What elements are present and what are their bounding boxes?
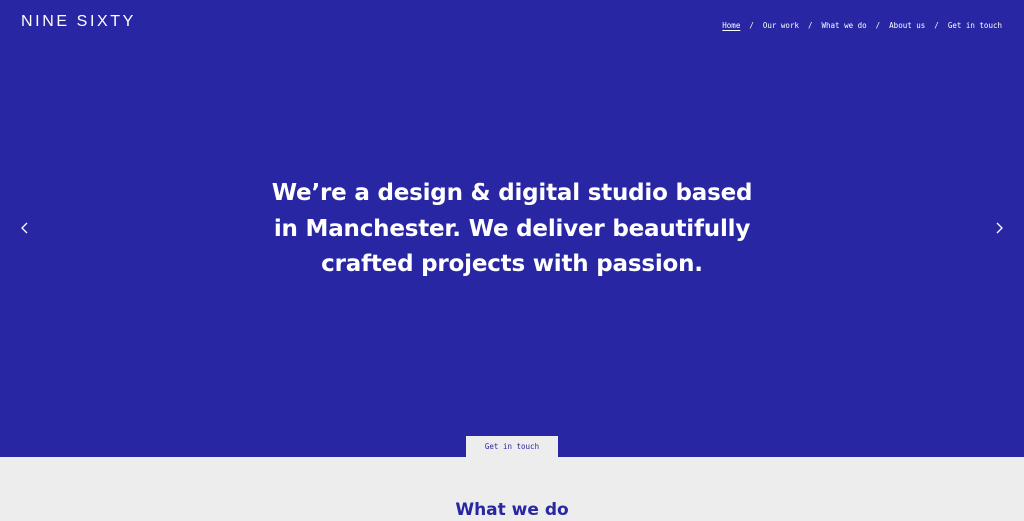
hero-section: NINE SIXTY Home / Our work / What we do …: [0, 0, 1024, 457]
site-logo[interactable]: NINE SIXTY: [21, 12, 136, 32]
nav-item-home[interactable]: Home: [722, 21, 740, 31]
nav-separator: /: [934, 21, 939, 30]
get-in-touch-button[interactable]: Get in touch: [466, 436, 558, 458]
nav-item-get-in-touch[interactable]: Get in touch: [948, 21, 1002, 31]
carousel-prev-button[interactable]: [18, 220, 32, 236]
chevron-left-icon: [18, 220, 32, 236]
carousel-next-button[interactable]: [992, 220, 1006, 236]
hero-headline-line: We’re a design & digital studio based: [271, 180, 753, 206]
nav-item-what-we-do[interactable]: What we do: [822, 21, 867, 31]
hero-headline-line: in Manchester. We deliver beautifully: [273, 215, 751, 242]
main-nav: Home / Our work / What we do / About us …: [722, 21, 1002, 31]
chevron-right-icon: [992, 220, 1006, 236]
nav-separator: /: [749, 21, 754, 30]
hero-headline-line: crafted projects with passion.: [321, 251, 703, 277]
nav-item-our-work[interactable]: Our work: [763, 21, 799, 31]
nav-separator: /: [875, 21, 881, 30]
nav-separator: /: [807, 21, 813, 30]
nav-item-about-us[interactable]: About us: [889, 21, 925, 31]
hero-headline: We’re a design & digital studio based in…: [262, 176, 762, 283]
section-title-what-we-do: What we do: [455, 500, 569, 520]
